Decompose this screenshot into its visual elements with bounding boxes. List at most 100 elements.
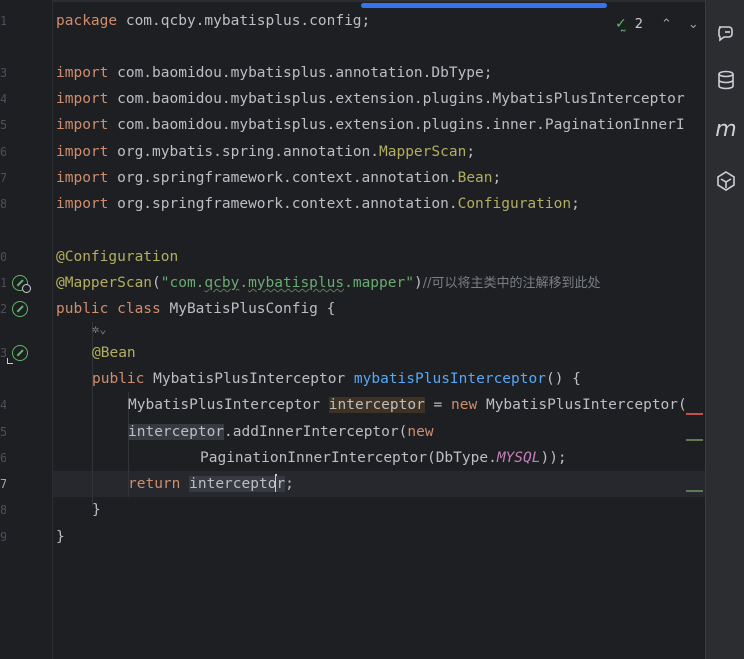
line-number: 7 xyxy=(0,171,6,185)
editor-top-border xyxy=(0,0,705,2)
line-number: 5 xyxy=(0,425,6,439)
code-text: ; xyxy=(285,476,294,492)
keyword: import xyxy=(56,65,109,81)
line-number: 6 xyxy=(0,145,6,159)
inspection-widget[interactable]: ✓̰ 2 ⌃ ⌄ xyxy=(615,13,699,35)
line-number: 8 xyxy=(0,503,6,517)
method-name: mybatisPlusInterceptor xyxy=(353,371,546,387)
horizontal-scroll-thumb[interactable] xyxy=(361,3,607,8)
warning-stripe-mark[interactable] xyxy=(686,490,703,492)
code-text: MybatisPlusInterceptor( xyxy=(477,397,687,413)
code-line[interactable]: MybatisPlusInterceptor interceptor = new… xyxy=(128,392,687,418)
line-number: 1 xyxy=(0,276,6,290)
code-line[interactable]: } xyxy=(56,524,65,550)
keyword: new xyxy=(407,424,434,440)
line-number: 3 xyxy=(0,66,6,80)
code-editor[interactable]: 1 3 4 5 6 7 8 0 1 2 3 4 5 6 7 8 9 ✓̰ 2 ⌃… xyxy=(0,0,705,659)
variable-highlight: r xyxy=(276,476,286,492)
keyword: import xyxy=(56,117,109,133)
keyword: import xyxy=(56,196,109,212)
line-number-current: 7 xyxy=(0,477,6,491)
inspection-count: 2 xyxy=(634,16,644,32)
code-text: } xyxy=(92,502,101,518)
code-line[interactable]: } xyxy=(92,497,101,523)
keyword: import xyxy=(56,91,109,107)
line-number: 0 xyxy=(0,250,6,264)
right-tool-window-bar: m xyxy=(705,0,744,659)
line-number: 4 xyxy=(0,92,6,106)
chevron-down-icon[interactable]: ⌄ xyxy=(688,17,699,32)
code-line[interactable]: @MapperScan("com.qcby.mybatisplus.mapper… xyxy=(56,270,600,296)
line-number: 3 xyxy=(0,346,6,360)
keyword: import xyxy=(56,170,109,186)
line-gutter: 1 3 4 5 6 7 8 0 1 2 3 4 5 6 7 8 9 xyxy=(0,0,52,659)
code-line[interactable]: import org.mybatis.spring.annotation.Map… xyxy=(56,139,475,165)
code-text: PaginationInnerInterceptor(DbType. xyxy=(200,450,497,466)
error-stripe-mark[interactable] xyxy=(686,413,703,415)
code-text: ; xyxy=(466,144,476,160)
code-text: ) xyxy=(413,275,423,291)
annotation: @Bean xyxy=(92,345,136,361)
code-text: ; xyxy=(571,196,580,212)
line-number: 2 xyxy=(0,302,6,316)
database-icon[interactable] xyxy=(715,69,737,91)
code-line[interactable]: import com.baomidou.mybatisplus.extensio… xyxy=(56,86,685,112)
line-number: 1 xyxy=(0,14,6,28)
gutter-separator xyxy=(52,0,53,659)
keyword: new xyxy=(451,397,478,413)
code-line[interactable]: @Configuration xyxy=(56,244,178,270)
keyword: public class xyxy=(56,301,161,317)
string-literal: "com. xyxy=(160,275,205,291)
string-literal-typo: mybatisplus xyxy=(248,275,345,291)
warning-stripe-mark[interactable] xyxy=(686,439,703,441)
code-text: ; xyxy=(492,170,502,186)
keyword: public xyxy=(92,371,145,387)
code-text: MyBatisPlusConfig { xyxy=(160,301,336,317)
ai-chat-icon[interactable] xyxy=(715,22,737,44)
line-number: 5 xyxy=(0,118,6,132)
string-literal-typo: qcby xyxy=(204,275,240,291)
code-text: MybatisPlusInterceptor xyxy=(128,397,329,413)
code-line[interactable]: import com.baomidou.mybatisplus.extensio… xyxy=(56,112,685,138)
chevron-up-icon[interactable]: ⌃ xyxy=(661,17,672,32)
code-line[interactable]: public MybatisPlusInterceptor mybatisPlu… xyxy=(92,366,581,392)
code-text: org.springframework.context.annotation. xyxy=(108,170,458,186)
ai-assistant-icon[interactable] xyxy=(715,170,737,192)
code-text: com.baomidou.mybatisplus.extension.plugi… xyxy=(108,91,685,107)
variable-highlight: intercepto xyxy=(189,476,277,492)
code-text: com.baomidou.mybatisplus.extension.plugi… xyxy=(108,117,685,133)
code-line-current[interactable]: return interceptor; xyxy=(128,471,294,497)
line-number: 8 xyxy=(0,197,6,211)
annotation: @MapperScan xyxy=(56,275,153,291)
code-line[interactable]: package com.qcby.mybatisplus.config; xyxy=(56,8,370,34)
code-line[interactable]: PaginationInnerInterceptor(DbType.MYSQL)… xyxy=(200,445,567,471)
code-text: com.qcby.mybatisplus.config; xyxy=(117,13,371,29)
spring-bean-method-gutter-icon[interactable] xyxy=(7,345,28,364)
code-line[interactable]: import com.baomidou.mybatisplus.annotati… xyxy=(56,60,493,86)
check-icon: ✓̰ xyxy=(615,16,627,32)
code-line[interactable]: interceptor.addInnerInterceptor(new xyxy=(128,419,434,445)
code-text: org.springframework.context.annotation. xyxy=(108,196,458,212)
code-line[interactable]: @Bean xyxy=(92,340,136,366)
variable-highlight: interceptor xyxy=(328,397,425,413)
ai-assistant-icon: ✲⌄ xyxy=(92,322,107,336)
keyword: import xyxy=(56,144,109,160)
code-text: )); xyxy=(540,450,567,466)
ai-inlay-hint[interactable]: ✲⌄ xyxy=(92,318,106,340)
line-number: 4 xyxy=(0,398,6,412)
code-text: com.baomidou.mybatisplus.annotation.DbTy… xyxy=(108,65,493,81)
spring-bean-gutter-icon[interactable] xyxy=(12,275,31,293)
code-line[interactable]: import org.springframework.context.annot… xyxy=(56,165,501,191)
string-literal: .mapper" xyxy=(344,275,414,291)
line-number: 6 xyxy=(0,451,6,465)
code-line[interactable]: import org.springframework.context.annot… xyxy=(56,191,580,217)
code-text: ( xyxy=(152,275,161,291)
code-text: () { xyxy=(545,371,581,387)
maven-icon[interactable]: m xyxy=(715,119,737,141)
enum-constant: MYSQL xyxy=(496,450,541,466)
comment: //可以将主类中的注解移到此处 xyxy=(422,276,601,291)
string-literal: . xyxy=(239,275,249,291)
code-text: org.mybatis.spring.annotation. xyxy=(108,144,380,160)
spring-config-gutter-icon[interactable] xyxy=(12,301,28,317)
